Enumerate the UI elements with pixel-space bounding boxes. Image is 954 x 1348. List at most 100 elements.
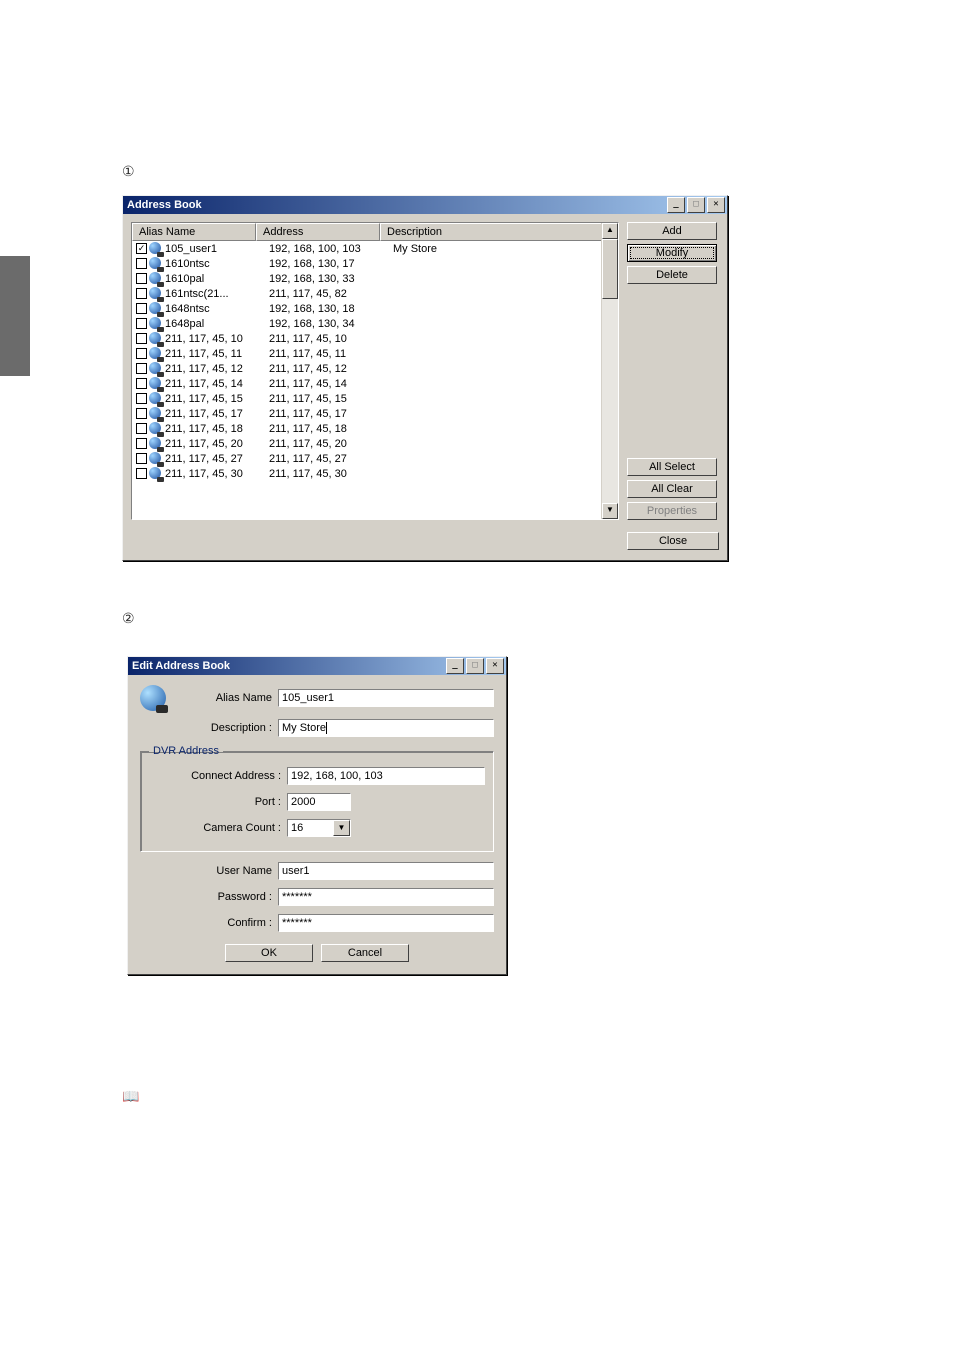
server-icon xyxy=(149,467,163,481)
chevron-down-icon[interactable]: ▼ xyxy=(333,820,350,836)
table-row[interactable]: 211, 117, 45, 20211, 117, 45, 20 xyxy=(132,436,602,451)
alias-input[interactable]: 105_user1 xyxy=(278,689,494,707)
row-checkbox[interactable] xyxy=(136,258,147,269)
table-row[interactable]: 211, 117, 45, 11211, 117, 45, 11 xyxy=(132,346,602,361)
delete-button[interactable]: Delete xyxy=(627,266,717,284)
server-icon xyxy=(149,452,163,466)
row-checkbox[interactable] xyxy=(136,333,147,344)
row-checkbox[interactable] xyxy=(136,318,147,329)
col-alias-header[interactable]: Alias Name xyxy=(132,223,256,241)
row-checkbox[interactable] xyxy=(136,378,147,389)
add-button[interactable]: Add xyxy=(627,222,717,240)
table-row[interactable]: 1648ntsc192, 168, 130, 18 xyxy=(132,301,602,316)
row-checkbox[interactable] xyxy=(136,438,147,449)
row-checkbox[interactable] xyxy=(136,468,147,479)
row-checkbox[interactable] xyxy=(136,423,147,434)
address-list[interactable]: Alias Name Address Description ✓105_user… xyxy=(131,222,619,520)
row-address: 211, 117, 45, 14 xyxy=(269,378,393,390)
row-address: 192, 168, 100, 103 xyxy=(269,243,393,255)
row-checkbox[interactable]: ✓ xyxy=(136,243,147,254)
minimize-icon[interactable]: _ xyxy=(446,658,464,674)
row-checkbox[interactable] xyxy=(136,348,147,359)
row-address: 211, 117, 45, 15 xyxy=(269,393,393,405)
row-alias: 211, 117, 45, 10 xyxy=(165,333,269,345)
row-alias: 211, 117, 45, 12 xyxy=(165,363,269,375)
table-row[interactable]: 1610ntsc192, 168, 130, 17 xyxy=(132,256,602,271)
row-alias: 211, 117, 45, 27 xyxy=(165,453,269,465)
col-description-header[interactable]: Description xyxy=(380,223,618,241)
row-address: 211, 117, 45, 18 xyxy=(269,423,393,435)
close-icon[interactable]: ✕ xyxy=(486,658,504,674)
row-address: 211, 117, 45, 30 xyxy=(269,468,393,480)
row-checkbox[interactable] xyxy=(136,303,147,314)
table-row[interactable]: 211, 117, 45, 14211, 117, 45, 14 xyxy=(132,376,602,391)
edit-address-dialog: Edit Address Book _ □ ✕ Alias Name 105_u… xyxy=(127,656,507,975)
table-row[interactable]: 211, 117, 45, 12211, 117, 45, 12 xyxy=(132,361,602,376)
address-list-scrollbar[interactable]: ▲ ▼ xyxy=(601,223,618,519)
cancel-button[interactable]: Cancel xyxy=(321,944,409,962)
row-alias: 211, 117, 45, 18 xyxy=(165,423,269,435)
description-input[interactable]: My Store xyxy=(278,719,494,737)
all-select-button[interactable]: All Select xyxy=(627,458,717,476)
row-address: 211, 117, 45, 12 xyxy=(269,363,393,375)
dvr-address-group: DVR Address Connect Address : 192, 168, … xyxy=(140,745,494,852)
close-icon[interactable]: ✕ xyxy=(707,197,725,213)
row-checkbox[interactable] xyxy=(136,393,147,404)
table-row[interactable]: 1610pal192, 168, 130, 33 xyxy=(132,271,602,286)
password-input[interactable]: ******* xyxy=(278,888,494,906)
scroll-thumb[interactable] xyxy=(602,239,618,299)
row-alias: 211, 117, 45, 30 xyxy=(165,468,269,480)
connect-label: Connect Address : xyxy=(149,770,287,782)
table-row[interactable]: 211, 117, 45, 15211, 117, 45, 15 xyxy=(132,391,602,406)
edit-dialog-titlebar[interactable]: Edit Address Book _ □ ✕ xyxy=(128,657,506,675)
ok-button[interactable]: OK xyxy=(225,944,313,962)
server-icon xyxy=(149,317,163,331)
row-checkbox[interactable] xyxy=(136,288,147,299)
server-icon xyxy=(149,347,163,361)
col-address-header[interactable]: Address xyxy=(256,223,380,241)
row-alias: 1610ntsc xyxy=(165,258,269,270)
address-book-dialog: Address Book _ □ ✕ Alias Name Address De… xyxy=(122,195,728,561)
address-list-header: Alias Name Address Description xyxy=(132,223,618,241)
row-checkbox[interactable] xyxy=(136,408,147,419)
table-row[interactable]: 211, 117, 45, 17211, 117, 45, 17 xyxy=(132,406,602,421)
camera-count-value: 16 xyxy=(288,820,333,836)
scroll-track[interactable] xyxy=(602,239,618,503)
row-address: 192, 168, 130, 18 xyxy=(269,303,393,315)
row-alias: 1610pal xyxy=(165,273,269,285)
table-row[interactable]: 211, 117, 45, 10211, 117, 45, 10 xyxy=(132,331,602,346)
server-icon xyxy=(149,392,163,406)
table-row[interactable]: 1648pal192, 168, 130, 34 xyxy=(132,316,602,331)
table-row[interactable]: 161ntsc(21...211, 117, 45, 82 xyxy=(132,286,602,301)
connect-input[interactable]: 192, 168, 100, 103 xyxy=(287,767,485,785)
server-icon xyxy=(149,437,163,451)
port-input[interactable]: 2000 xyxy=(287,793,351,811)
scroll-down-icon[interactable]: ▼ xyxy=(602,503,618,519)
maximize-icon: □ xyxy=(466,658,484,674)
table-row[interactable]: 211, 117, 45, 18211, 117, 45, 18 xyxy=(132,421,602,436)
server-icon xyxy=(149,257,163,271)
page-side-tab xyxy=(0,256,30,376)
row-checkbox[interactable] xyxy=(136,453,147,464)
table-row[interactable]: 211, 117, 45, 27211, 117, 45, 27 xyxy=(132,451,602,466)
row-alias: 161ntsc(21... xyxy=(165,288,269,300)
row-alias: 1648pal xyxy=(165,318,269,330)
close-button[interactable]: Close xyxy=(627,532,719,550)
scroll-up-icon[interactable]: ▲ xyxy=(602,223,618,239)
row-alias: 211, 117, 45, 17 xyxy=(165,408,269,420)
row-checkbox[interactable] xyxy=(136,363,147,374)
user-input[interactable]: user1 xyxy=(278,862,494,880)
minimize-icon[interactable]: _ xyxy=(667,197,685,213)
row-alias: 211, 117, 45, 14 xyxy=(165,378,269,390)
address-book-titlebar[interactable]: Address Book _ □ ✕ xyxy=(123,196,727,214)
row-checkbox[interactable] xyxy=(136,273,147,284)
row-address: 211, 117, 45, 20 xyxy=(269,438,393,450)
confirm-input[interactable]: ******* xyxy=(278,914,494,932)
table-row[interactable]: 211, 117, 45, 30211, 117, 45, 30 xyxy=(132,466,602,481)
camera-count-select[interactable]: 16 ▼ xyxy=(287,819,351,837)
server-icon xyxy=(149,272,163,286)
all-clear-button[interactable]: All Clear xyxy=(627,480,717,498)
row-address: 192, 168, 130, 34 xyxy=(269,318,393,330)
table-row[interactable]: ✓105_user1192, 168, 100, 103My Store xyxy=(132,241,602,256)
modify-button[interactable]: Modify xyxy=(627,244,717,262)
